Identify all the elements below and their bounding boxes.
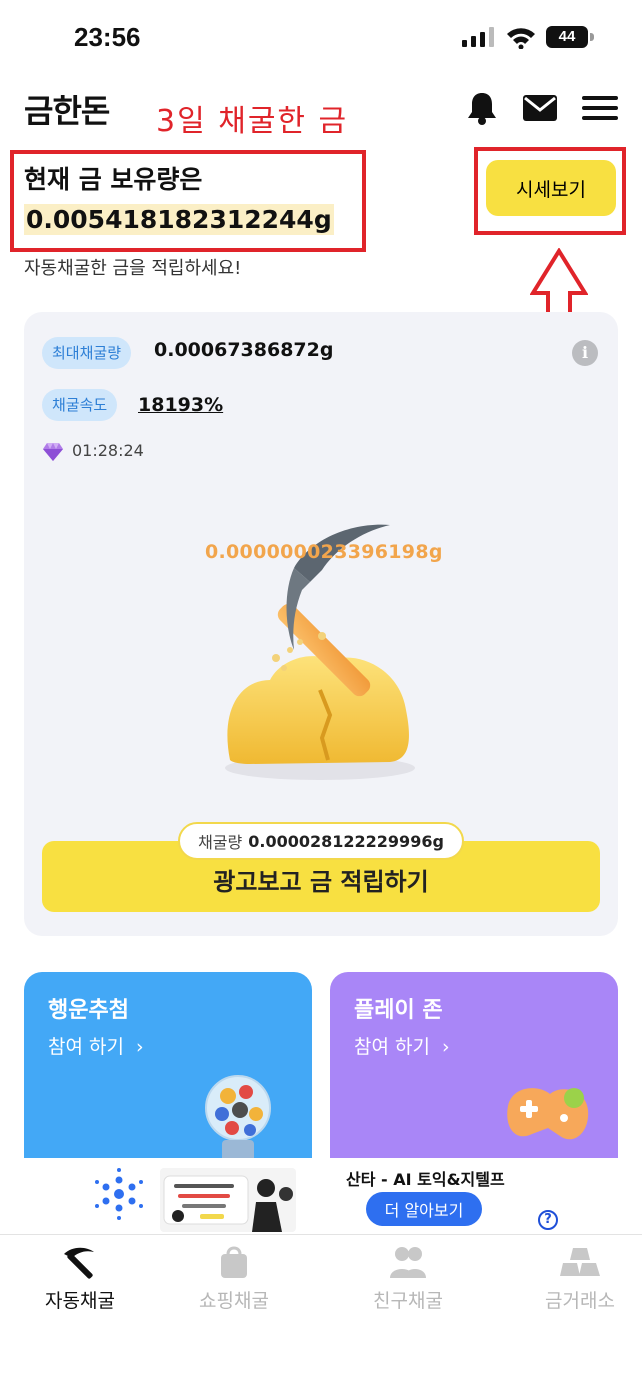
- holding-value: 0.005418182312244g: [24, 204, 334, 235]
- card-cta[interactable]: 참여 하기 ›: [354, 1032, 450, 1059]
- battery-cap: [590, 33, 594, 41]
- nav-friend-mining[interactable]: 친구채굴: [328, 1240, 488, 1320]
- game-controller-icon: [507, 1088, 589, 1140]
- max-mining-badge: 최대채굴량: [42, 337, 132, 369]
- mined-value: 0.000028122229996g: [248, 831, 444, 851]
- annotation-text: 3일 채굴한 금: [156, 104, 349, 139]
- view-price-button[interactable]: 시세보기: [486, 160, 616, 216]
- mining-current-amount: 0.000000023396198g: [205, 541, 443, 563]
- mining-timer: 01:28:24: [72, 441, 144, 460]
- nav-label: 자동채굴: [45, 1290, 115, 1312]
- holding-subtitle: 자동채굴한 금을 적립하세요!: [24, 258, 242, 279]
- cellular-signal-icon: [462, 27, 494, 47]
- info-icon[interactable]: i: [572, 340, 598, 366]
- card-cta[interactable]: 참여 하기 ›: [48, 1032, 144, 1059]
- chevron-right-icon: ›: [130, 1036, 144, 1058]
- ad-help-icon[interactable]: ?: [538, 1210, 558, 1230]
- wifi-icon: [507, 28, 535, 49]
- status-bar: 23:56 44: [0, 0, 642, 70]
- ad-logo-icon: [95, 1168, 143, 1220]
- shopping-bag-icon: [221, 1246, 247, 1278]
- nav-shopping-mining[interactable]: 쇼핑채굴: [154, 1240, 314, 1320]
- mined-amount-pill: 채굴량 0.000028122229996g: [178, 822, 464, 860]
- mail-icon[interactable]: [520, 88, 560, 128]
- menu-icon[interactable]: [580, 88, 620, 128]
- nav-label: 금거래소: [545, 1290, 615, 1312]
- ad-learn-more-button[interactable]: 더 알아보기: [366, 1192, 482, 1226]
- ad-thumbnail: [160, 1168, 296, 1232]
- gold-bars-icon: [560, 1248, 600, 1276]
- ad-thumbnail-image: [163, 1175, 293, 1232]
- bell-icon[interactable]: [462, 88, 502, 128]
- gem-icon: [43, 443, 63, 461]
- chevron-right-icon: ›: [436, 1036, 450, 1058]
- holding-label: 현재 금 보유량은: [24, 165, 203, 194]
- mining-speed-badge: 채굴속도: [42, 389, 118, 421]
- battery-icon: 44: [546, 26, 588, 48]
- pickaxe-icon: [64, 1247, 94, 1279]
- nav-label: 쇼핑채굴: [199, 1290, 269, 1312]
- mining-speed-value[interactable]: 18193%: [138, 394, 223, 416]
- play-zone-card[interactable]: 플레이 존 참여 하기 ›: [330, 972, 618, 1162]
- nav-auto-mining[interactable]: 자동채굴: [0, 1240, 160, 1320]
- nav-label: 친구채굴: [373, 1290, 443, 1312]
- status-time: 23:56: [74, 22, 141, 52]
- lottery-balls-icon: [205, 1075, 271, 1162]
- app-logo: 금한돈: [24, 92, 110, 130]
- friends-icon: [390, 1247, 426, 1278]
- lucky-draw-card[interactable]: 행운추첨 참여 하기 ›: [24, 972, 312, 1162]
- ad-title: 산타 - AI 토익&지텔프: [346, 1170, 505, 1189]
- max-mining-value: 0.00067386872g: [154, 339, 334, 361]
- card-title: 행운추첨: [48, 998, 129, 1023]
- mined-label: 채굴량: [198, 833, 243, 852]
- nav-gold-exchange[interactable]: 금거래소: [500, 1240, 642, 1320]
- card-title: 플레이 존: [354, 998, 443, 1023]
